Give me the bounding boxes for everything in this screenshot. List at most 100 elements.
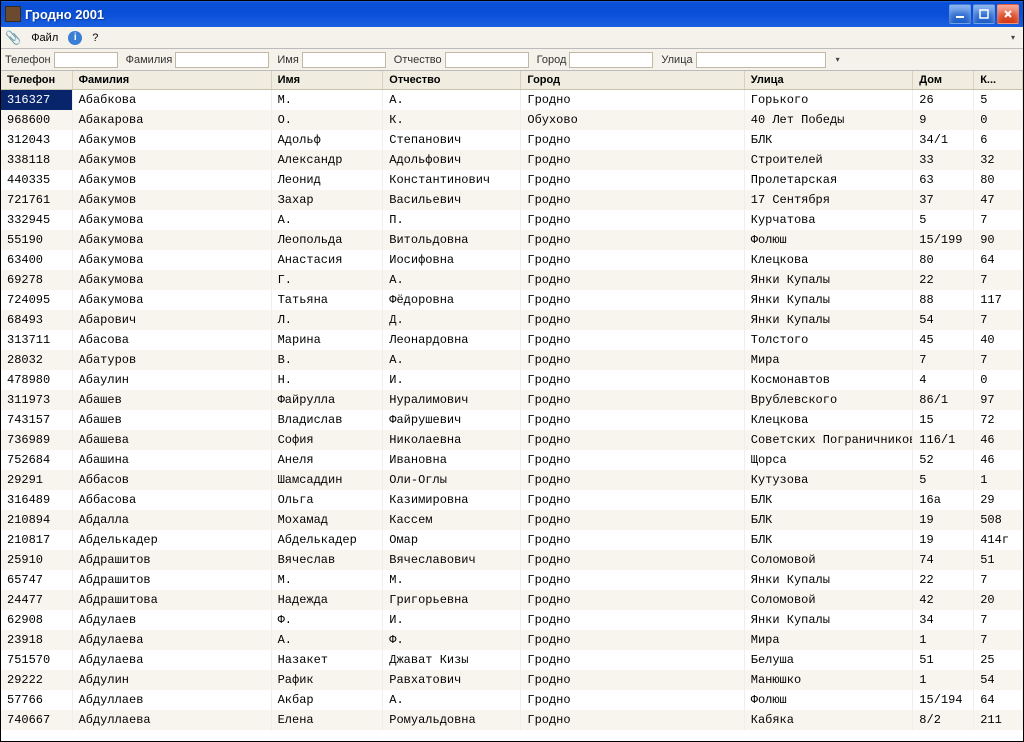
cell-house: 54 [913, 310, 974, 330]
attachment-icon[interactable]: 📎 [5, 30, 21, 46]
cell-patronymic: Омар [383, 530, 521, 550]
table-row[interactable]: 752684АбашинаАнеляИвановнаГродноЩорса524… [1, 450, 1023, 470]
table-row[interactable]: 25910АбдрашитовВячеславВячеславовичГродн… [1, 550, 1023, 570]
table-row[interactable]: 721761АбакумовЗахарВасильевичГродно17 Се… [1, 190, 1023, 210]
menu-file[interactable]: Файл [25, 30, 64, 46]
table-row[interactable]: 736989АбашеваСофияНиколаевнаГродноСоветс… [1, 430, 1023, 450]
cell-lastname: Абакумов [72, 130, 271, 150]
table-row[interactable]: 29222АбдулинРафикРавхатовичГродноМанюшко… [1, 670, 1023, 690]
cell-city: Гродно [521, 370, 744, 390]
cell-patronymic: М. [383, 570, 521, 590]
cell-phone: 28032 [1, 350, 72, 370]
filter-firstname-input[interactable] [302, 52, 386, 68]
cell-street: Янки Купалы [744, 610, 913, 630]
header-apt[interactable]: К... [974, 71, 1023, 90]
cell-house: 45 [913, 330, 974, 350]
cell-house: 9 [913, 110, 974, 130]
table-row[interactable]: 24477АбдрашитоваНадеждаГригорьевнаГродно… [1, 590, 1023, 610]
filter-overflow-icon[interactable]: ▾ [832, 55, 844, 64]
cell-firstname: Н. [271, 370, 383, 390]
table-row[interactable]: 338118АбакумовАлександрАдольфовичГродноС… [1, 150, 1023, 170]
table-row[interactable]: 311973АбашевФайруллаНуралимовичГродноВру… [1, 390, 1023, 410]
table-row[interactable]: 62908АбдулаевФ.И.ГродноЯнки Купалы347 [1, 610, 1023, 630]
table-row[interactable]: 65747АбдрашитовМ.М.ГродноЯнки Купалы227 [1, 570, 1023, 590]
table-row[interactable]: 57766АбдуллаевАкбарА.ГродноФолюш15/19464 [1, 690, 1023, 710]
table-row[interactable]: 440335АбакумовЛеонидКонстантиновичГродно… [1, 170, 1023, 190]
table-row[interactable]: 968600АбакароваО.К.Обухово40 Лет Победы9… [1, 110, 1023, 130]
cell-house: 5 [913, 470, 974, 490]
header-city[interactable]: Город [521, 71, 744, 90]
cell-apt: 90 [974, 230, 1023, 250]
filter-phone-input[interactable] [54, 52, 118, 68]
cell-city: Гродно [521, 250, 744, 270]
table-row[interactable]: 740667АбдуллаеваЕленаРомуальдовнаГродноК… [1, 710, 1023, 730]
filter-lastname-input[interactable] [175, 52, 269, 68]
header-patronymic[interactable]: Отчество [383, 71, 521, 90]
cell-street: Советских Пограничников [744, 430, 913, 450]
table-row[interactable]: 28032АбатуровВ.А.ГродноМира77 [1, 350, 1023, 370]
cell-patronymic: Иосифовна [383, 250, 521, 270]
table-row[interactable]: 751570АбдулаеваНазакетДжават КизыГродноБ… [1, 650, 1023, 670]
cell-firstname: Рафик [271, 670, 383, 690]
cell-phone: 316489 [1, 490, 72, 510]
cell-firstname: Надежда [271, 590, 383, 610]
table-row[interactable]: 29291АббасовШамсаддинОли-ОглыГродноКутуз… [1, 470, 1023, 490]
cell-patronymic: Нуралимович [383, 390, 521, 410]
table-row[interactable]: 68493АбаровичЛ.Д.ГродноЯнки Купалы547 [1, 310, 1023, 330]
table-row[interactable]: 316489АббасоваОльгаКазимировнаГродноБЛК1… [1, 490, 1023, 510]
table-row[interactable]: 478980АбаулинН.И.ГродноКосмонавтов40 [1, 370, 1023, 390]
cell-firstname: Мохамад [271, 510, 383, 530]
cell-house: 52 [913, 450, 974, 470]
filter-patronymic-input[interactable] [445, 52, 529, 68]
cell-street: Фолюш [744, 230, 913, 250]
cell-lastname: Абделькадер [72, 530, 271, 550]
cell-lastname: Аббасов [72, 470, 271, 490]
toolbar-overflow-icon[interactable]: ▾ [1007, 33, 1019, 42]
table-row[interactable]: 312043АбакумовАдольфСтепановичГродноБЛК3… [1, 130, 1023, 150]
filter-city-input[interactable] [569, 52, 653, 68]
filter-street-input[interactable] [696, 52, 826, 68]
table-row[interactable]: 332945АбакумоваА.П.ГродноКурчатова57 [1, 210, 1023, 230]
header-street[interactable]: Улица [744, 71, 913, 90]
window-title: Гродно 2001 [25, 7, 949, 22]
table-row[interactable]: 63400АбакумоваАнастасияИосифовнаГродноКл… [1, 250, 1023, 270]
cell-patronymic: Адольфович [383, 150, 521, 170]
cell-patronymic: Константинович [383, 170, 521, 190]
table-row[interactable]: 316327АбабковаМ.А.ГродноГорького265 [1, 90, 1023, 111]
table-row[interactable]: 743157АбашевВладиславФайрушевичГродноКле… [1, 410, 1023, 430]
header-phone[interactable]: Телефон [1, 71, 72, 90]
table-row[interactable]: 69278АбакумоваГ.А.ГродноЯнки Купалы227 [1, 270, 1023, 290]
table-row[interactable]: 23918АбдулаеваА.Ф.ГродноМира17 [1, 630, 1023, 650]
info-icon[interactable]: i [68, 31, 82, 45]
cell-patronymic: Николаевна [383, 430, 521, 450]
window-controls [949, 4, 1019, 24]
maximize-button[interactable] [973, 4, 995, 24]
table-row[interactable]: 313711АбасоваМаринаЛеонардовнаГродноТолс… [1, 330, 1023, 350]
cell-apt: 7 [974, 270, 1023, 290]
table-row[interactable]: 724095АбакумоваТатьянаФёдоровнаГродноЯнк… [1, 290, 1023, 310]
header-firstname[interactable]: Имя [271, 71, 383, 90]
header-house[interactable]: Дом [913, 71, 974, 90]
cell-firstname: Леонид [271, 170, 383, 190]
cell-patronymic: Равхатович [383, 670, 521, 690]
cell-city: Гродно [521, 410, 744, 430]
cell-city: Обухово [521, 110, 744, 130]
minimize-button[interactable] [949, 4, 971, 24]
table-row[interactable]: 210817АбделькадерАбделькадерОмарГродноБЛ… [1, 530, 1023, 550]
table-row[interactable]: 55190АбакумоваЛеопольдаВитольдовнаГродно… [1, 230, 1023, 250]
cell-apt: 211 [974, 710, 1023, 730]
cell-house: 15/194 [913, 690, 974, 710]
table-row[interactable]: 210894АбдаллаМохамадКассемГродноБЛК19508 [1, 510, 1023, 530]
cell-phone: 312043 [1, 130, 72, 150]
header-lastname[interactable]: Фамилия [72, 71, 271, 90]
cell-house: 116/1 [913, 430, 974, 450]
cell-phone: 724095 [1, 290, 72, 310]
cell-lastname: Аббасова [72, 490, 271, 510]
cell-lastname: Абатуров [72, 350, 271, 370]
cell-house: 33 [913, 150, 974, 170]
cell-phone: 311973 [1, 390, 72, 410]
close-button[interactable] [997, 4, 1019, 24]
cell-firstname: Ф. [271, 610, 383, 630]
data-grid[interactable]: Телефон Фамилия Имя Отчество Город Улица… [1, 71, 1023, 730]
menu-help[interactable]: ? [86, 30, 104, 46]
